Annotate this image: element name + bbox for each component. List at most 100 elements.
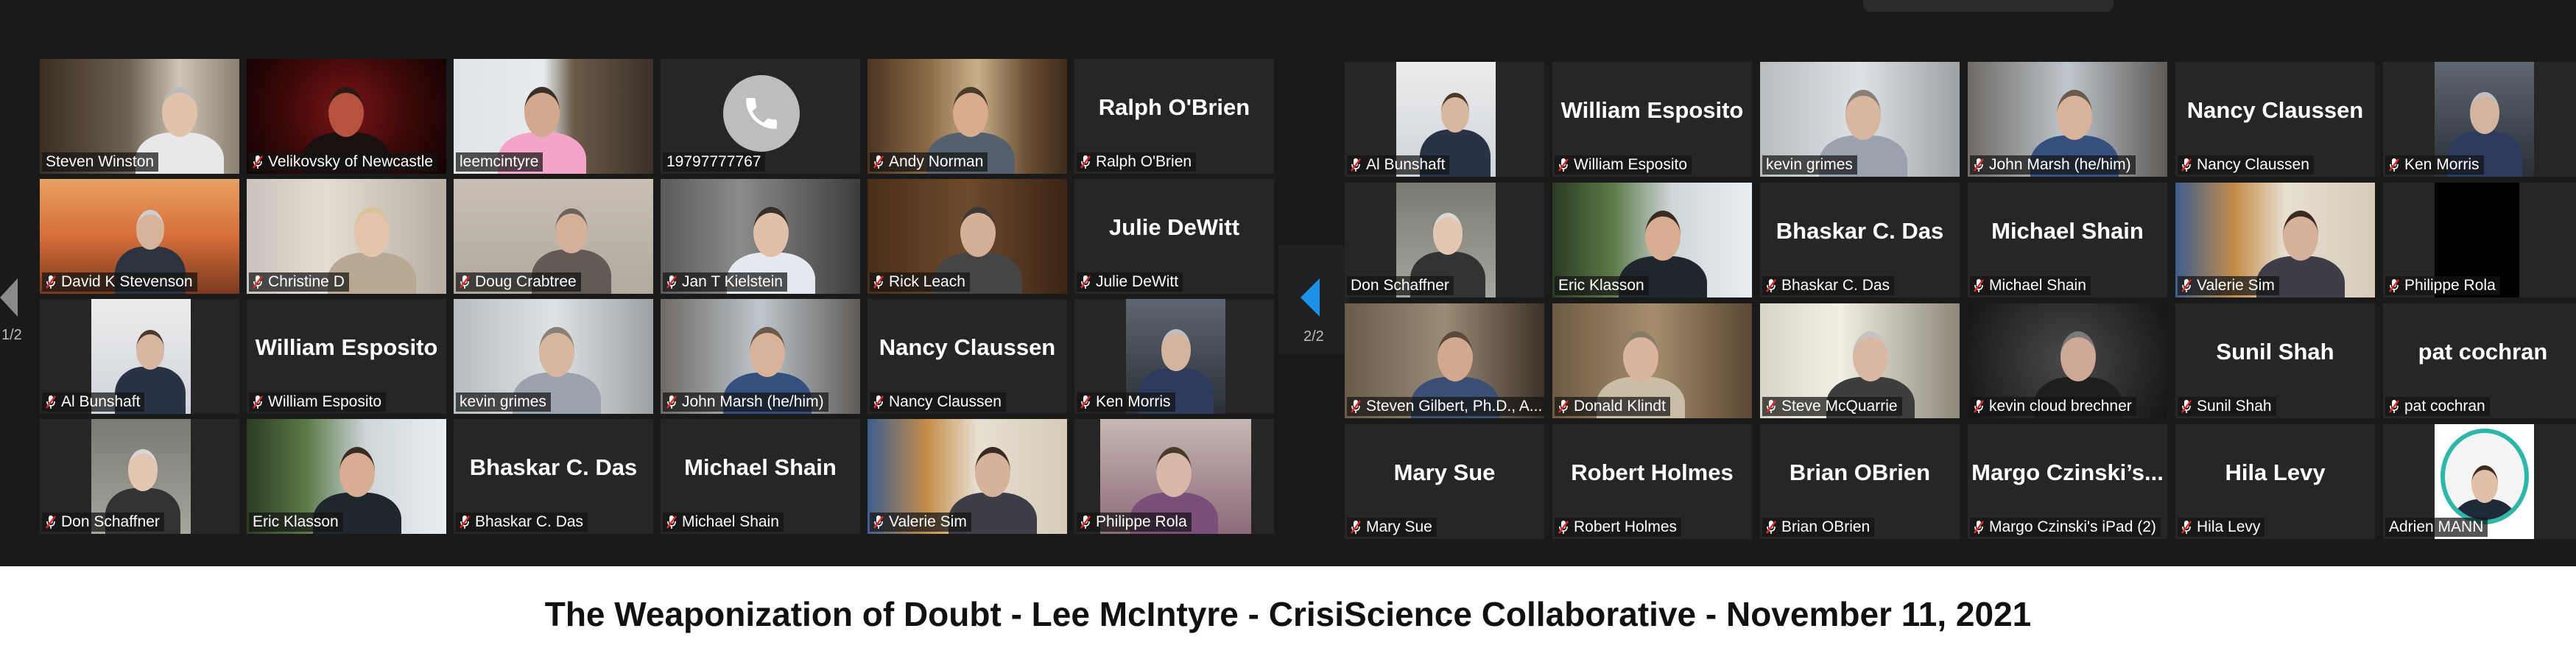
participant-tile[interactable]: William Esposito William Esposito — [247, 299, 446, 414]
participant-name-text: Ken Morris — [2404, 156, 2480, 173]
muted-mic-icon — [1351, 158, 1361, 172]
muted-mic-icon — [1351, 521, 1361, 534]
participant-display-name: Michael Shain — [684, 454, 837, 480]
participant-name-label: Christine D — [249, 272, 349, 292]
participant-tile[interactable]: David K Stevenson — [40, 179, 239, 294]
participant-name-text: Rick Leach — [889, 273, 965, 290]
participant-name-label: Steven Winston — [42, 152, 159, 172]
muted-mic-icon — [46, 395, 56, 409]
participant-name-text: Eric Klasson — [1558, 277, 1644, 294]
participant-tile[interactable]: Velikovsky of Newcastle — [247, 59, 446, 174]
participant-tile[interactable]: kevin grimes — [1760, 62, 1960, 177]
participant-name-text: 19797777767 — [666, 153, 761, 170]
participant-tile[interactable]: Doug Crabtree — [454, 179, 653, 294]
previous-page-arrow-icon[interactable] — [0, 278, 18, 317]
participant-tile[interactable]: Bhaskar C. Das Bhaskar C. Das — [454, 419, 653, 534]
muted-mic-icon — [2181, 400, 2192, 413]
participant-tile[interactable]: John Marsh (he/him) — [1968, 62, 2167, 177]
participant-tile[interactable]: Sunil Shah Sunil Shah — [2175, 303, 2375, 418]
participant-tile[interactable]: Hila Levy Hila Levy — [2175, 424, 2375, 539]
participant-name-text: kevin cloud brechner — [1989, 398, 2132, 415]
participant-tile[interactable]: Julie DeWitt Julie DeWitt — [1074, 179, 1274, 294]
muted-mic-icon — [873, 515, 884, 529]
participant-display-name: Julie DeWitt — [1108, 214, 1240, 240]
participant-name-label: Eric Klasson — [249, 513, 343, 532]
participant-tile[interactable]: Steven Winston — [40, 59, 239, 174]
muted-mic-icon — [2389, 158, 2399, 172]
participant-name-label: kevin cloud brechner — [1970, 397, 2136, 416]
participant-tile[interactable]: Eric Klasson — [247, 419, 446, 534]
participant-name-text: John Marsh (he/him) — [682, 393, 824, 410]
participant-tile[interactable]: kevin grimes — [454, 299, 653, 414]
participant-name-label: Nancy Claussen — [2178, 155, 2314, 175]
participant-display-name: Nancy Claussen — [2186, 97, 2364, 123]
participant-name-label: Andy Norman — [870, 152, 988, 172]
participant-name-text: Philippe Rola — [2404, 277, 2496, 294]
participant-name-label: Doug Crabtree — [456, 272, 581, 292]
participant-display-name: pat cochran — [2418, 339, 2548, 365]
participant-tile[interactable]: Philippe Rola — [2383, 183, 2576, 297]
participant-tile[interactable]: Nancy Claussen Nancy Claussen — [2175, 62, 2375, 177]
muted-mic-icon — [1974, 521, 1984, 534]
participant-name-text: Don Schaffner — [1351, 277, 1449, 294]
participant-tile[interactable]: Nancy Claussen Nancy Claussen — [868, 299, 1067, 414]
participant-tile[interactable]: Don Schaffner — [40, 419, 239, 534]
participant-tile[interactable]: Bhaskar C. Das Bhaskar C. Das — [1760, 183, 1960, 297]
participant-name-label: Philippe Rola — [2385, 276, 2500, 295]
video-caption: The Weaponization of Doubt - Lee McIntyr… — [544, 595, 2032, 633]
participant-tile[interactable]: Adrien MANN — [2383, 424, 2576, 539]
participant-tile[interactable]: Ken Morris — [2383, 62, 2576, 177]
participant-tile[interactable]: Christine D — [247, 179, 446, 294]
muted-mic-icon — [2181, 521, 2192, 534]
muted-mic-icon — [253, 155, 263, 169]
muted-mic-icon — [1080, 275, 1091, 289]
participant-tile[interactable]: Andy Norman — [868, 59, 1067, 174]
participant-name-label: David K Stevenson — [42, 272, 197, 292]
participant-name-text: David K Stevenson — [61, 273, 193, 290]
participant-tile[interactable]: Valerie Sim — [868, 419, 1067, 534]
participant-tile[interactable]: pat cochran pat cochran — [2383, 303, 2576, 418]
participant-name-text: Valerie Sim — [889, 513, 967, 530]
participant-tile[interactable]: Robert Holmes Robert Holmes — [1552, 424, 1752, 539]
participant-name-label: John Marsh (he/him) — [663, 392, 828, 412]
participant-name-label: Robert Holmes — [1555, 518, 1682, 537]
participant-tile[interactable]: Al Bunshaft — [40, 299, 239, 414]
participant-tile[interactable]: Mary Sue Mary Sue — [1345, 424, 1544, 539]
participant-tile[interactable]: William Esposito William Esposito — [1552, 62, 1752, 177]
participant-tile[interactable]: Eric Klasson — [1552, 183, 1752, 297]
participant-tile[interactable]: Margo Czinski’s... Margo Czinski's iPad (… — [1968, 424, 2167, 539]
participant-tile[interactable]: Michael Shain Michael Shain — [1968, 183, 2167, 297]
participant-name-text: Bhaskar C. Das — [475, 513, 584, 530]
participant-tile[interactable]: Brian OBrien Brian OBrien — [1760, 424, 1960, 539]
participant-name-text: Al Bunshaft — [1366, 156, 1446, 173]
participant-tile[interactable]: John Marsh (he/him) — [661, 299, 860, 414]
participant-display-name: Ralph O'Brien — [1098, 94, 1250, 120]
participant-tile[interactable]: Ken Morris — [1074, 299, 1274, 414]
participant-tile[interactable]: Steve McQuarrie — [1760, 303, 1960, 418]
participant-name-text: Nancy Claussen — [2197, 156, 2309, 173]
participant-name-label: William Esposito — [1555, 155, 1692, 175]
participant-display-name: Mary Sue — [1393, 459, 1496, 485]
participant-tile[interactable]: Jan T Kielstein — [661, 179, 860, 294]
participant-tile[interactable]: Michael Shain Michael Shain — [661, 419, 860, 534]
next-page-arrow-icon[interactable] — [1301, 278, 1320, 317]
participant-tile[interactable]: Rick Leach — [868, 179, 1067, 294]
participant-tile[interactable]: Donald Klindt — [1552, 303, 1752, 418]
muted-mic-icon — [1974, 158, 1984, 172]
participant-tile[interactable]: 19797777767 — [661, 59, 860, 174]
muted-mic-icon — [666, 515, 677, 529]
participant-tile[interactable]: Ralph O'Brien Ralph O'Brien — [1074, 59, 1274, 174]
participant-tile[interactable]: Don Schaffner — [1345, 183, 1544, 297]
top-toolbar-tab[interactable] — [1863, 0, 2114, 12]
participant-tile[interactable]: kevin cloud brechner — [1968, 303, 2167, 418]
muted-mic-icon — [1766, 521, 1776, 534]
participant-tile[interactable]: leemcintyre — [454, 59, 653, 174]
participant-tile[interactable]: Valerie Sim — [2175, 183, 2375, 297]
participant-name-label: Jan T Kielstein — [663, 272, 787, 292]
participant-display-name: Michael Shain — [1991, 218, 2144, 244]
muted-mic-icon — [666, 275, 677, 289]
participant-tile[interactable]: Steven Gilbert, Ph.D., A... — [1345, 303, 1544, 418]
participant-tile[interactable]: Philippe Rola — [1074, 419, 1274, 534]
participant-tile[interactable]: Al Bunshaft — [1345, 62, 1544, 177]
participant-name-label: Eric Klasson — [1555, 276, 1649, 295]
